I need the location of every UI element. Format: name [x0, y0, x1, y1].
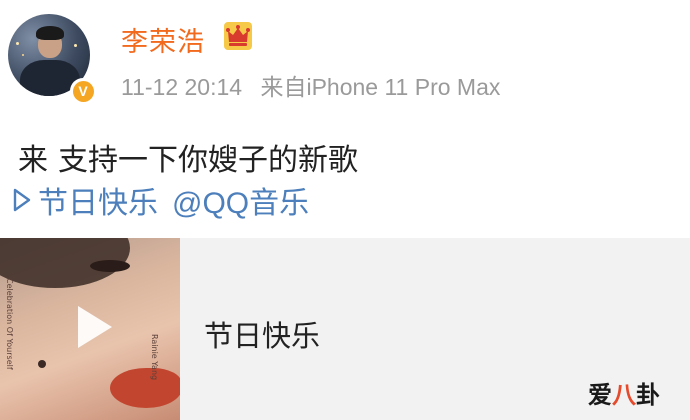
post-text-part1: 来 — [18, 144, 48, 177]
post-text-part2: 支持一下你嫂子的新歌 — [58, 144, 358, 177]
post-text: 来支持一下你嫂子的新歌 — [18, 135, 358, 179]
watermark-logo: 爱八卦 — [588, 382, 660, 409]
post-source: 来自iPhone 11 Pro Max — [260, 74, 501, 100]
verified-icon: V — [70, 78, 96, 104]
play-button-icon[interactable] — [72, 302, 116, 352]
crown-icon — [224, 22, 252, 50]
play-outline-icon[interactable] — [12, 187, 32, 213]
cover-artist: Rainie Yang — [150, 334, 159, 381]
post-links: 节日快乐 @QQ音乐 — [12, 178, 309, 222]
mention-link[interactable]: @QQ音乐 — [172, 178, 309, 222]
post-timestamp[interactable]: 11-12 20:14 — [121, 74, 242, 100]
music-card[interactable]: Celebration Of Yourself Rainie Yang 节日快乐 — [0, 238, 690, 420]
username[interactable]: 李荣浩 — [121, 20, 205, 59]
avatar-container[interactable]: V — [8, 14, 96, 104]
song-link[interactable]: 节日快乐 — [38, 178, 158, 222]
album-cover[interactable]: Celebration Of Yourself Rainie Yang — [0, 238, 180, 420]
card-song-title[interactable]: 节日快乐 — [204, 313, 320, 355]
post-meta: 11-12 20:14 来自iPhone 11 Pro Max — [121, 68, 512, 102]
cover-title: Celebration Of Yourself — [5, 278, 14, 370]
